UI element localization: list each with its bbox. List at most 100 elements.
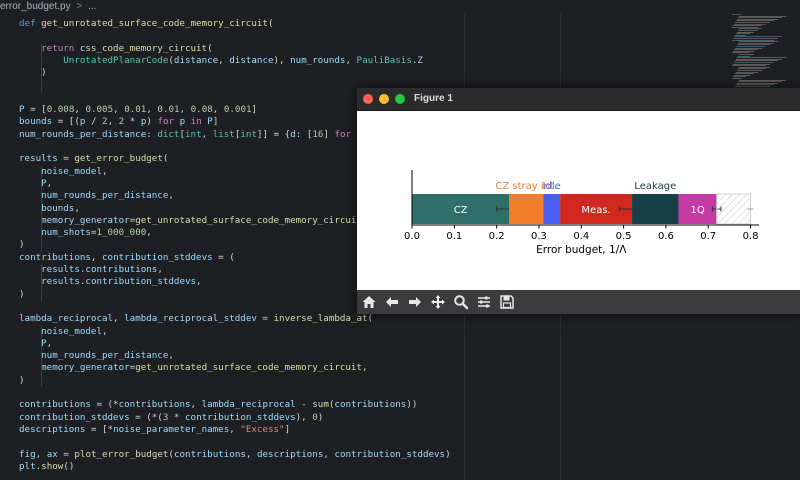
code-line[interactable]: noise_model, — [19, 325, 107, 338]
code-line[interactable]: results.contribution_stddevs, — [19, 276, 201, 288]
code-token: contributions — [173, 448, 246, 460]
configure-subplots-icon[interactable] — [475, 293, 493, 311]
code-token: ] — [212, 116, 219, 128]
code-line[interactable]: num_shots=1_000_000, — [19, 227, 152, 239]
code-token: ) — [19, 239, 25, 251]
segment-label: CZ — [454, 205, 468, 216]
code-token: ] — [284, 423, 291, 435]
code-token: ax — [46, 448, 58, 460]
code-line[interactable]: fig, ax = plot_error_budget(contribution… — [19, 449, 451, 461]
code-token: = [* — [85, 423, 114, 435]
code-line[interactable]: ) — [19, 289, 25, 301]
code-line[interactable]: descriptions = [*noise_parameter_names, … — [19, 424, 290, 436]
code-token: inverse_lambda_at — [273, 313, 368, 325]
breadcrumb[interactable]: error_budget.py > ... — [0, 0, 800, 14]
zoom-magnifier-icon[interactable] — [452, 293, 470, 311]
code-token: 0.01 — [124, 104, 147, 116]
code-line[interactable]: contributions = (*contributions, lambda_… — [19, 399, 417, 411]
code-line[interactable]: num_rounds_per_distance: dict[int, list[… — [19, 129, 395, 141]
minimize-window-button[interactable] — [379, 94, 389, 104]
code-line[interactable]: memory_generator=get_unrotated_surface_c… — [19, 214, 367, 227]
code-line[interactable]: ) — [19, 239, 25, 251]
code-line[interactable]: ) — [19, 67, 47, 79]
code-token: * — [168, 411, 185, 423]
breadcrumb-rest[interactable]: ... — [88, 1, 96, 12]
code-token: results — [19, 153, 58, 165]
code-line[interactable]: memory_generator=get_unrotated_surface_c… — [19, 362, 368, 374]
x-tick-label: 0.6 — [658, 231, 674, 242]
code-line[interactable]: contribution_stddevs = (*(3 * contributi… — [19, 412, 323, 424]
code-token: , — [245, 448, 257, 460]
code-line[interactable]: P, — [19, 338, 52, 350]
code-line[interactable]: bounds, — [19, 203, 80, 215]
indent-guide — [40, 42, 42, 92]
code-token: Z — [417, 54, 423, 66]
code-line[interactable]: lambda_reciprocal, lambda_reciprocal_std… — [19, 313, 373, 325]
code-token: ]] = { — [256, 128, 291, 140]
code-token: : — [146, 128, 158, 140]
code-token: contribution_stddevs — [19, 411, 130, 423]
close-window-button[interactable] — [363, 94, 373, 104]
code-token: contributions — [85, 264, 158, 275]
code-token: , — [179, 104, 191, 116]
code-line[interactable]: contributions, contribution_stddevs = ( — [19, 252, 235, 264]
code-line[interactable]: P, — [19, 178, 52, 190]
code-line[interactable]: results = get_error_budget( — [19, 153, 168, 165]
code-token: num_rounds_per_distance — [19, 128, 147, 140]
home-icon[interactable] — [360, 293, 378, 311]
x-tick-label: 0.4 — [573, 231, 589, 242]
code-token: results — [19, 264, 80, 275]
code-token: lambda_reciprocal — [19, 313, 114, 325]
code-token: , — [146, 227, 152, 239]
code-token: 16 — [312, 128, 324, 140]
code-line[interactable]: def get_unrotated_surface_code_memory_ci… — [19, 18, 273, 30]
code-token: , — [323, 448, 335, 460]
code-token: ( — [267, 18, 274, 29]
x-tick-label: 0.5 — [616, 231, 632, 242]
code-token: memory_generator — [19, 362, 130, 374]
code-token: , — [107, 116, 119, 128]
figure-window[interactable]: Figure 1 CZ CZ stray int. Idle Meas. Leakage… — [357, 88, 800, 314]
code-token: , — [201, 128, 213, 140]
code-token: for — [157, 116, 180, 128]
code-token: = — [57, 448, 75, 460]
save-icon[interactable] — [498, 293, 516, 311]
code-token: = (*( — [129, 411, 163, 423]
bar-segment — [632, 194, 679, 224]
code-token: , — [74, 202, 80, 214]
segment-label: Meas. — [581, 205, 610, 216]
x-tick-label: 0.0 — [404, 231, 420, 242]
code-token: , — [361, 362, 368, 374]
code-token: ) — [317, 411, 324, 423]
code-line[interactable]: return css_code_memory_circuit( — [19, 43, 213, 55]
figure-titlebar[interactable]: Figure 1 — [357, 88, 800, 111]
code-token: ) — [19, 374, 25, 386]
code-token: get_error_budget — [74, 153, 163, 165]
code-token: noise_parameter_names — [113, 423, 230, 435]
breadcrumb-file[interactable]: error_budget.py — [0, 1, 71, 12]
code-token: noise_model — [19, 325, 102, 337]
back-arrow-icon[interactable] — [383, 293, 401, 311]
maximize-window-button[interactable] — [395, 94, 405, 104]
forward-arrow-icon[interactable] — [406, 293, 424, 311]
code-token: "Excess" — [240, 423, 285, 435]
code-line[interactable]: num_rounds_per_distance, — [19, 190, 174, 202]
code-token: ) — [445, 448, 451, 460]
code-line[interactable]: num_rounds_per_distance, — [19, 350, 174, 362]
code-token: distance — [229, 54, 274, 66]
code-token: ) — [19, 67, 47, 79]
code-token: get_unrotated_surface_code_memory_circui… — [135, 214, 362, 226]
code-line[interactable]: UnrotatedPlanarCode(distance, distance),… — [19, 55, 423, 67]
segment-label: 1Q — [691, 205, 705, 216]
code-line[interactable]: bounds = [(p / 2, 2 * p) for p in P] — [19, 116, 218, 128]
code-token: , — [218, 54, 230, 66]
code-token: get_unrotated_surface_code_memory_circui… — [41, 18, 268, 29]
code-token: show — [41, 460, 64, 472]
code-token: bounds — [19, 202, 75, 214]
code-line[interactable]: noise_model, — [19, 166, 107, 178]
code-token: , — [157, 264, 163, 275]
code-line[interactable]: P = [0.008, 0.005, 0.01, 0.01, 0.08, 0.0… — [19, 104, 257, 116]
pan-move-icon[interactable] — [429, 293, 447, 311]
code-line[interactable]: plt.show() — [19, 461, 74, 473]
code-line[interactable]: ) — [19, 375, 25, 387]
